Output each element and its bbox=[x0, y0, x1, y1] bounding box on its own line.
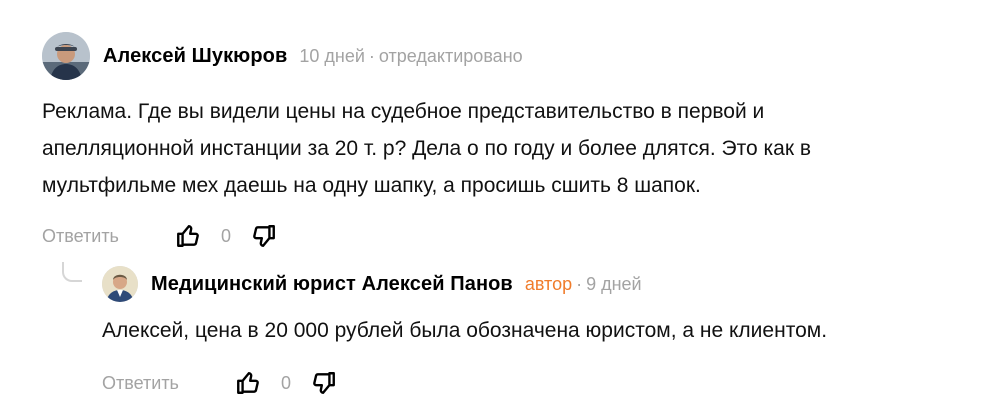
like-button[interactable] bbox=[235, 370, 261, 396]
avatar[interactable] bbox=[102, 266, 138, 302]
comment-time: 10 дней bbox=[299, 45, 365, 66]
vote-count: 0 bbox=[220, 225, 231, 246]
meta-separator: · bbox=[576, 273, 583, 294]
comment-header: Алексей Шукюров 10 дней · отредактирован… bbox=[42, 31, 982, 81]
meta-separator: · bbox=[368, 45, 375, 66]
vote-count: 0 bbox=[280, 372, 291, 393]
author-name[interactable]: Алексей Шукюров bbox=[103, 45, 287, 68]
edited-label: отредактировано bbox=[378, 45, 523, 66]
dislike-button[interactable] bbox=[251, 223, 277, 249]
avatar[interactable] bbox=[42, 32, 90, 80]
comment-text: Реклама. Где вы видели цены на судебное … bbox=[42, 100, 812, 197]
author-name[interactable]: Медицинский юрист Алексей Панов bbox=[151, 273, 513, 296]
reply-button[interactable]: Ответить bbox=[102, 373, 179, 394]
thumb-down-icon bbox=[311, 370, 337, 396]
avatar-image bbox=[42, 32, 90, 80]
comment-reply: Медицинский юрист Алексей Панов автор · … bbox=[102, 264, 982, 403]
dislike-button[interactable] bbox=[311, 370, 337, 396]
thumb-down-icon bbox=[251, 223, 277, 249]
comment-actions: Ответить 0 bbox=[102, 363, 982, 403]
comment-text: Алексей, цена в 20 000 рублей была обозн… bbox=[102, 319, 828, 342]
avatar-image bbox=[102, 266, 138, 302]
thumb-up-icon bbox=[175, 223, 201, 249]
thumb-up-icon bbox=[235, 370, 261, 396]
thread-connector bbox=[62, 262, 82, 282]
comment-actions: Ответить 0 bbox=[42, 216, 982, 256]
like-button[interactable] bbox=[175, 223, 201, 249]
author-badge: автор bbox=[524, 273, 573, 294]
comment-header: Медицинский юрист Алексей Панов автор · … bbox=[102, 264, 982, 304]
reply-button[interactable]: Ответить bbox=[42, 226, 119, 247]
comment: Алексей Шукюров 10 дней · отредактирован… bbox=[42, 31, 982, 256]
comment-time: 9 дней bbox=[586, 273, 642, 294]
